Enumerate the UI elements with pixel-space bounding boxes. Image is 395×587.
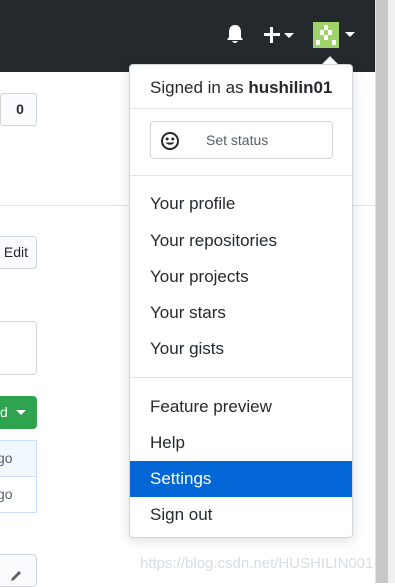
pencil-icon bbox=[11, 571, 21, 581]
plus-icon bbox=[264, 27, 280, 43]
bell-icon[interactable] bbox=[225, 24, 245, 46]
menu-item-your-gists[interactable]: Your gists bbox=[130, 332, 352, 366]
green-button-label: d bbox=[0, 404, 8, 420]
caret-down-icon bbox=[16, 410, 26, 415]
green-action-button[interactable]: d bbox=[0, 396, 37, 429]
caret-down-icon bbox=[284, 33, 294, 38]
avatar bbox=[313, 22, 339, 48]
row-time-text: go bbox=[0, 486, 13, 502]
caret-down-icon bbox=[345, 32, 355, 37]
dropdown-divider bbox=[130, 175, 352, 176]
signed-in-header: Signed in as hushilin01 bbox=[150, 77, 332, 99]
edit-button[interactable]: Edit bbox=[0, 236, 37, 269]
signed-in-prefix: Signed in as bbox=[150, 78, 244, 97]
menu-item-your-profile[interactable]: Your profile bbox=[130, 187, 352, 221]
smiley-icon bbox=[161, 132, 179, 150]
username: hushilin01 bbox=[248, 78, 333, 97]
dropdown-divider bbox=[130, 108, 352, 109]
counter-value: 0 bbox=[16, 101, 24, 117]
dropdown-caret-inner bbox=[323, 57, 337, 64]
watermark-text: https://blog.csdn.net/HUSHILIN001 bbox=[140, 555, 374, 572]
scrollbar-thumb[interactable] bbox=[376, 0, 388, 583]
user-menu-toggle[interactable] bbox=[313, 22, 357, 48]
menu-item-help[interactable]: Help bbox=[130, 426, 352, 460]
menu-item-your-projects[interactable]: Your projects bbox=[130, 260, 352, 294]
menu-item-your-stars[interactable]: Your stars bbox=[130, 296, 352, 330]
edit-pencil-button[interactable] bbox=[0, 554, 37, 587]
dropdown-divider bbox=[130, 377, 352, 378]
menu-item-your-repositories[interactable]: Your repositories bbox=[130, 224, 352, 258]
menu-item-settings[interactable]: Settings bbox=[130, 461, 352, 497]
menu-item-sign-out[interactable]: Sign out bbox=[130, 498, 352, 532]
menu-item-feature-preview[interactable]: Feature preview bbox=[130, 390, 352, 424]
empty-box bbox=[0, 321, 37, 375]
create-new-menu[interactable] bbox=[262, 25, 296, 45]
row-time-text: go bbox=[0, 450, 13, 466]
list-row[interactable]: go bbox=[0, 476, 37, 513]
set-status-label: Set status bbox=[206, 132, 269, 148]
list-row[interactable]: go bbox=[0, 440, 37, 477]
